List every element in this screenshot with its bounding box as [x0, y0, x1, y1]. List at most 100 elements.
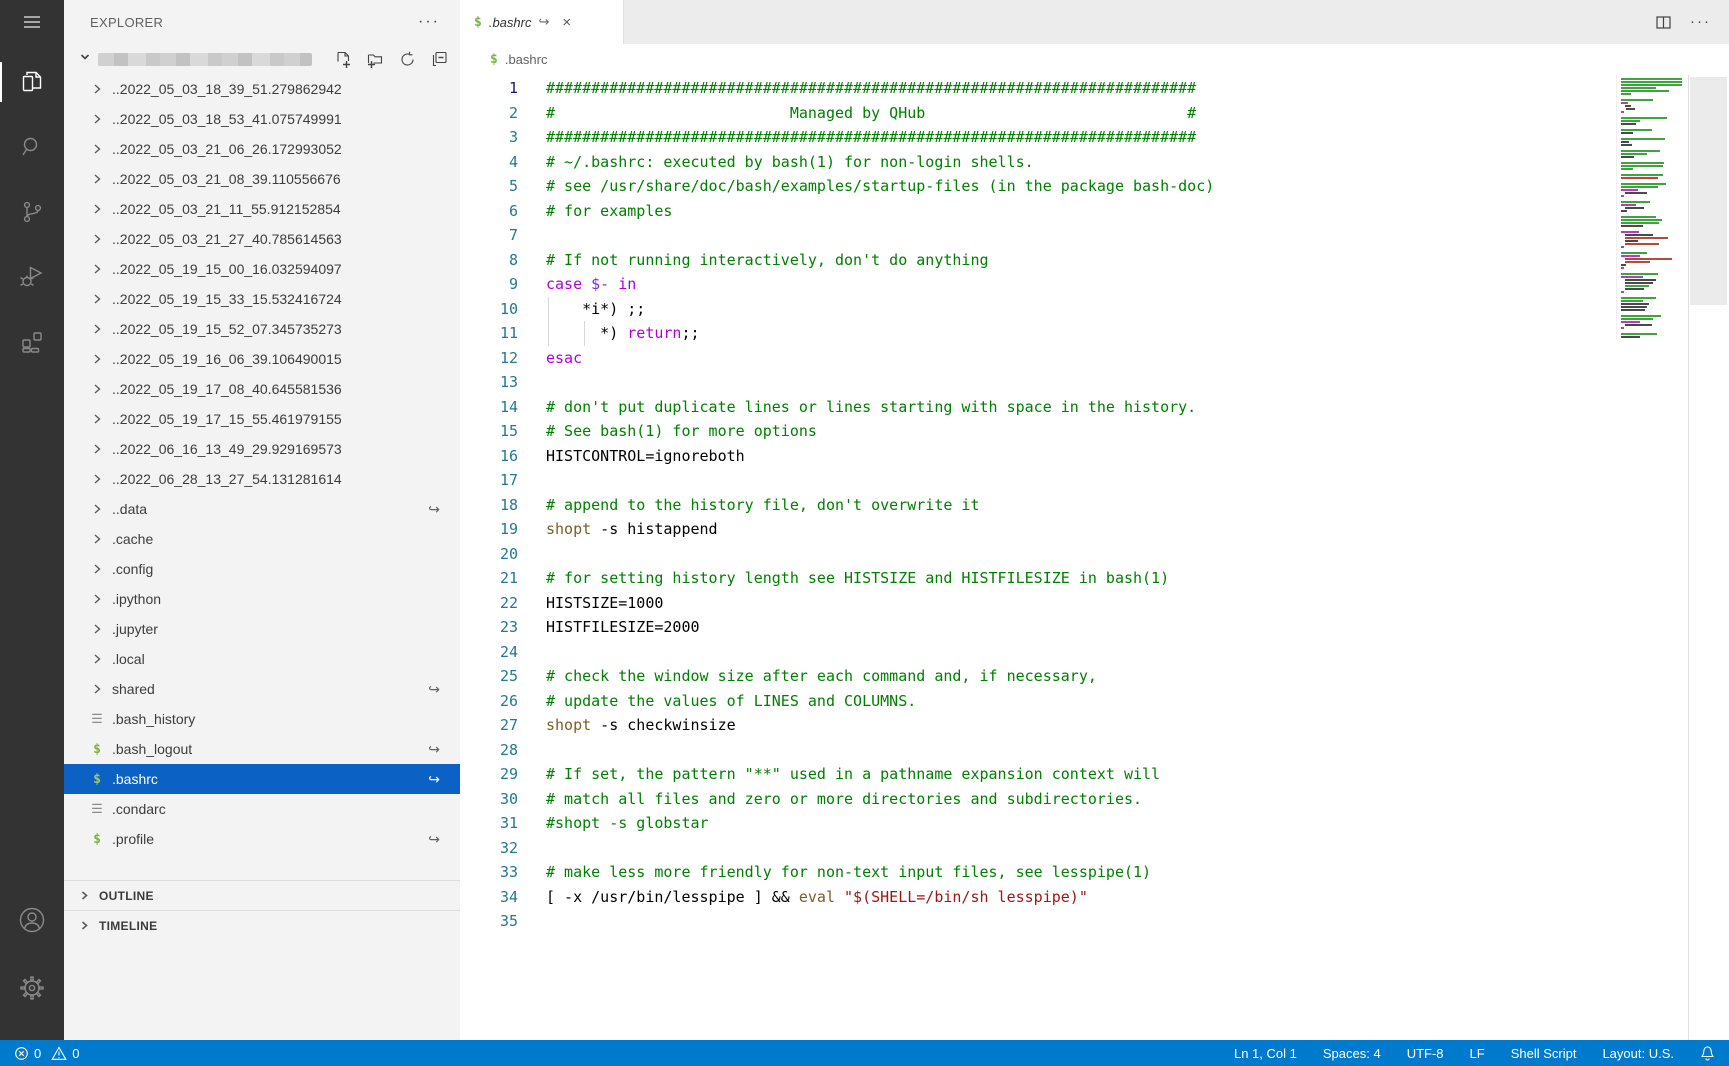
code-line-8[interactable]: 8# If not running interactively, don't d…: [460, 248, 1609, 273]
sidebar-title: EXPLORER: [90, 15, 163, 30]
menu-icon[interactable]: [0, 0, 64, 44]
collapse-all-icon[interactable]: [431, 51, 448, 68]
code-line-13[interactable]: 13: [460, 370, 1609, 395]
tree-item-..2022_05_03_21_11_55.912152854[interactable]: ..2022_05_03_21_11_55.912152854: [64, 194, 460, 224]
tree-item-.profile[interactable]: $.profile↪: [64, 824, 460, 854]
code-line-19[interactable]: 19shopt -s histappend: [460, 517, 1609, 542]
breadcrumb[interactable]: $ .bashrc: [460, 44, 1729, 75]
tab-bashrc[interactable]: $ .bashrc ↪ ×: [460, 0, 624, 44]
tree-item-.bash_logout[interactable]: $.bash_logout↪: [64, 734, 460, 764]
code-line-21[interactable]: 21# for setting history length see HISTS…: [460, 566, 1609, 591]
tree-item-.bash_history[interactable]: ☰.bash_history: [64, 704, 460, 734]
code-line-14[interactable]: 14# don't put duplicate lines or lines s…: [460, 395, 1609, 420]
tree-item-..2022_05_19_17_08_40.645581536[interactable]: ..2022_05_19_17_08_40.645581536: [64, 374, 460, 404]
section-outline[interactable]: OUTLINE: [64, 880, 460, 910]
status-item-layout-u-s[interactable]: Layout: U.S.: [1602, 1046, 1674, 1061]
settings-gear-icon[interactable]: [0, 964, 64, 1012]
new-folder-icon[interactable]: [367, 51, 384, 68]
more-actions-icon[interactable]: ···: [418, 17, 440, 27]
code-line-25[interactable]: 25# check the window size after each com…: [460, 664, 1609, 689]
tree-item-..2022_05_19_16_06_39.106490015[interactable]: ..2022_05_19_16_06_39.106490015: [64, 344, 460, 374]
code-line-24[interactable]: 24: [460, 640, 1609, 665]
problems-warnings[interactable]: 0: [51, 1046, 79, 1061]
account-icon[interactable]: [0, 896, 64, 944]
status-item-spaces-4[interactable]: Spaces: 4: [1323, 1046, 1381, 1061]
search-icon[interactable]: [0, 123, 64, 171]
code-line-27[interactable]: 27shopt -s checkwinsize: [460, 713, 1609, 738]
code-line-34[interactable]: 34[ -x /usr/bin/lesspipe ] && eval "$(SH…: [460, 885, 1609, 910]
editor-more-actions-icon[interactable]: ···: [1690, 18, 1711, 26]
status-item-utf-8[interactable]: UTF-8: [1407, 1046, 1444, 1061]
tree-item-shared[interactable]: shared↪: [64, 674, 460, 704]
code-line-7[interactable]: 7: [460, 223, 1609, 248]
code-editor[interactable]: 1#######################################…: [460, 76, 1609, 934]
code-line-12[interactable]: 12esac: [460, 346, 1609, 371]
code-line-23[interactable]: 23HISTFILESIZE=2000: [460, 615, 1609, 640]
tree-item-.cache[interactable]: .cache: [64, 524, 460, 554]
tree-item-label: shared: [112, 681, 155, 697]
code-line-20[interactable]: 20: [460, 542, 1609, 567]
tree-item-..2022_05_03_21_06_26.172993052[interactable]: ..2022_05_03_21_06_26.172993052: [64, 134, 460, 164]
code-line-29[interactable]: 29# If set, the pattern "**" used in a p…: [460, 762, 1609, 787]
tree-item-..2022_06_16_13_49_29.929169573[interactable]: ..2022_06_16_13_49_29.929169573: [64, 434, 460, 464]
tree-item-.config[interactable]: .config: [64, 554, 460, 584]
code-line-32[interactable]: 32: [460, 836, 1609, 861]
tree-item-..2022_05_03_18_53_41.075749991[interactable]: ..2022_05_03_18_53_41.075749991: [64, 104, 460, 134]
run-debug-icon[interactable]: [0, 253, 64, 301]
tree-item-.ipython[interactable]: .ipython: [64, 584, 460, 614]
code-line-2[interactable]: 2# Managed by QHub #: [460, 101, 1609, 126]
code-line-28[interactable]: 28: [460, 738, 1609, 763]
tree-item-..2022_05_03_21_27_40.785614563[interactable]: ..2022_05_03_21_27_40.785614563: [64, 224, 460, 254]
code-line-30[interactable]: 30# match all files and zero or more dir…: [460, 787, 1609, 812]
tree-item-..2022_05_03_21_08_39.110556676[interactable]: ..2022_05_03_21_08_39.110556676: [64, 164, 460, 194]
problems-errors[interactable]: 0: [14, 1046, 41, 1061]
code-line-15[interactable]: 15# See bash(1) for more options: [460, 419, 1609, 444]
status-item-ln-1-col-1[interactable]: Ln 1, Col 1: [1234, 1046, 1297, 1061]
code-line-5[interactable]: 5# see /usr/share/doc/bash/examples/star…: [460, 174, 1609, 199]
chevron-right-icon: [88, 382, 106, 396]
minimap[interactable]: [1616, 75, 1688, 339]
refresh-icon[interactable]: [399, 51, 416, 68]
code-line-11[interactable]: 11 *) return;;: [460, 321, 1609, 346]
code-line-17[interactable]: 17: [460, 468, 1609, 493]
code-line-3[interactable]: 3#######################################…: [460, 125, 1609, 150]
tree-item-.condarc[interactable]: ☰.condarc: [64, 794, 460, 824]
code-line-35[interactable]: 35: [460, 909, 1609, 934]
scrollbar-slider[interactable]: [1690, 77, 1727, 305]
tree-item-..2022_05_19_15_52_07.345735273[interactable]: ..2022_05_19_15_52_07.345735273: [64, 314, 460, 344]
extensions-icon[interactable]: [0, 318, 64, 366]
section-timeline[interactable]: TIMELINE: [64, 910, 460, 940]
code-line-18[interactable]: 18# append to the history file, don't ov…: [460, 493, 1609, 518]
tree-item-..2022_05_03_18_39_51.279862942[interactable]: ..2022_05_03_18_39_51.279862942: [64, 74, 460, 104]
code-line-26[interactable]: 26# update the values of LINES and COLUM…: [460, 689, 1609, 714]
code-line-31[interactable]: 31#shopt -s globstar: [460, 811, 1609, 836]
tree-item-.local[interactable]: .local: [64, 644, 460, 674]
new-file-icon[interactable]: [335, 51, 352, 68]
code-line-4[interactable]: 4# ~/.bashrc: executed by bash(1) for no…: [460, 150, 1609, 175]
shell-file-icon: $: [88, 742, 106, 757]
tree-item-..2022_05_19_15_00_16.032594097[interactable]: ..2022_05_19_15_00_16.032594097: [64, 254, 460, 284]
tree-item-.jupyter[interactable]: .jupyter: [64, 614, 460, 644]
code-line-1[interactable]: 1#######################################…: [460, 76, 1609, 101]
code-line-16[interactable]: 16HISTCONTROL=ignoreboth: [460, 444, 1609, 469]
tree-item-.bashrc[interactable]: $.bashrc↪: [64, 764, 460, 794]
source-control-icon[interactable]: [0, 188, 64, 236]
tree-item-..2022_06_28_13_27_54.131281614[interactable]: ..2022_06_28_13_27_54.131281614: [64, 464, 460, 494]
tab-close-icon[interactable]: ×: [562, 14, 571, 31]
split-editor-icon[interactable]: [1655, 14, 1672, 31]
code-line-9[interactable]: 9case $- in: [460, 272, 1609, 297]
workspace-row[interactable]: [64, 44, 460, 74]
bell-icon-cell[interactable]: [1700, 1045, 1715, 1061]
tree-item-..data[interactable]: ..data↪: [64, 494, 460, 524]
code-line-22[interactable]: 22HISTSIZE=1000: [460, 591, 1609, 616]
status-item-shell-script[interactable]: Shell Script: [1511, 1046, 1577, 1061]
tree-item-..2022_05_19_15_33_15.532416724[interactable]: ..2022_05_19_15_33_15.532416724: [64, 284, 460, 314]
status-item-lf[interactable]: LF: [1470, 1046, 1485, 1061]
vertical-scrollbar[interactable]: [1688, 75, 1729, 1040]
code-line-10[interactable]: 10 *i*) ;;: [460, 297, 1609, 322]
line-content: [546, 836, 1609, 861]
code-line-6[interactable]: 6# for examples: [460, 199, 1609, 224]
tree-item-..2022_05_19_17_15_55.461979155[interactable]: ..2022_05_19_17_15_55.461979155: [64, 404, 460, 434]
explorer-icon[interactable]: [0, 58, 64, 106]
code-line-33[interactable]: 33# make less more friendly for non-text…: [460, 860, 1609, 885]
